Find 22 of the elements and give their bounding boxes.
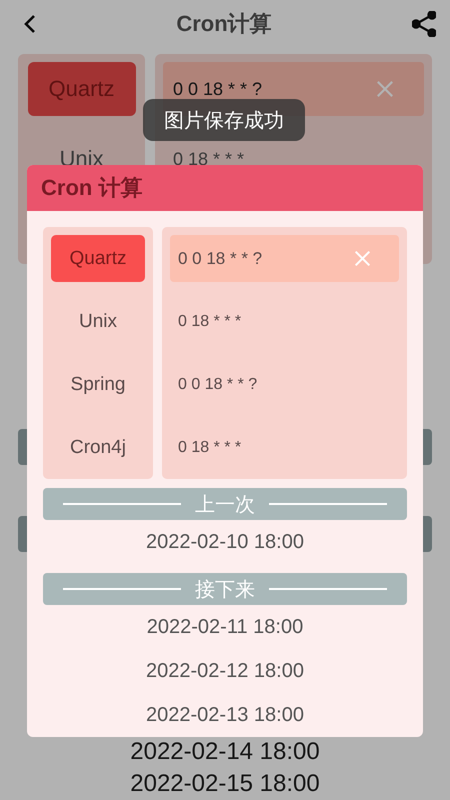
format-tab[interactable]: Quartz: [51, 235, 145, 282]
page-title: Cron计算: [176, 10, 272, 38]
date-text: 2022-02-10 18:00: [146, 530, 304, 555]
expression-text: 0 0 18 * * ?: [177, 375, 258, 395]
expression-text: 0 18 * * *: [177, 438, 242, 458]
expression-text: 0 18 * * *: [177, 312, 242, 332]
date-text: 2022-02-15 18:00: [130, 772, 320, 796]
section-title: 接下来: [195, 578, 255, 602]
toast-message: 图片保存成功: [143, 99, 305, 141]
format-tab[interactable]: Unix: [51, 298, 145, 345]
date-text: 2022-02-13 18:00: [146, 703, 304, 728]
dialog-title: Cron 计算: [41, 174, 142, 202]
date-text: 2022-02-14 18:00: [130, 740, 320, 764]
section-title: 上一次: [195, 492, 255, 518]
format-tab[interactable]: Cron4j: [51, 424, 145, 471]
share-icon[interactable]: [412, 11, 436, 37]
date-text: 2022-02-12 18:00: [146, 659, 304, 684]
expression-field[interactable]: 0 0 18 * * ?: [170, 235, 399, 282]
expression-text: 0 18 * * *: [172, 148, 246, 171]
back-icon[interactable]: [24, 14, 36, 34]
format-tab[interactable]: Spring: [51, 361, 145, 408]
date-text: 2022-02-11 18:00: [146, 615, 304, 640]
